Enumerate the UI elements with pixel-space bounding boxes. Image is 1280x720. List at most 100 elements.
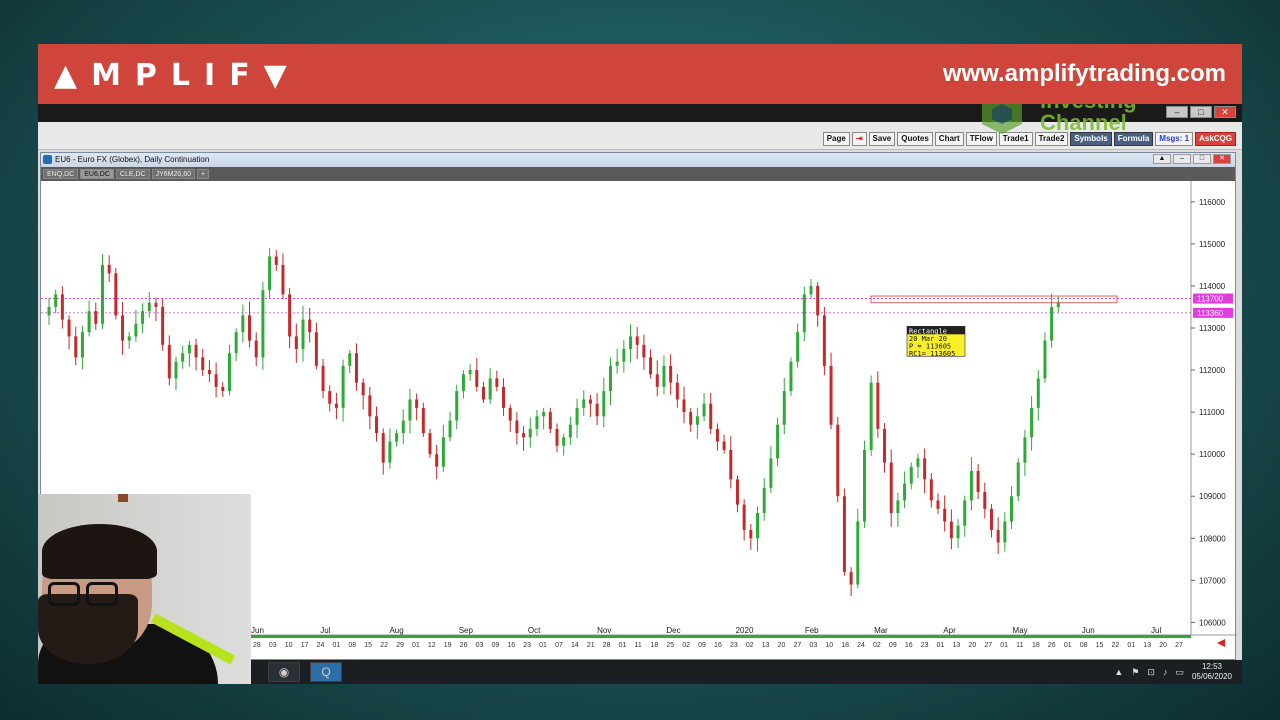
candle-body[interactable] [983,492,987,509]
candle-body[interactable] [187,344,191,354]
candle-body[interactable] [121,315,125,341]
candle-body[interactable] [301,319,305,350]
candle-body[interactable] [635,336,639,345]
candle-body[interactable] [916,458,920,467]
rectangle-drawing[interactable] [870,295,1118,304]
candle-body[interactable] [749,529,753,539]
symbol-tab[interactable]: + [197,169,210,179]
battery-icon[interactable]: ▭ [1175,667,1184,678]
flag-icon[interactable]: ⚑ [1131,667,1139,678]
candle-body[interactable] [221,386,225,392]
symbol-tab[interactable]: CLE,DC [115,169,150,179]
candle-body[interactable] [74,336,78,358]
candle-body[interactable] [141,311,145,324]
candle-body[interactable] [876,382,880,429]
candle-body[interactable] [294,336,298,350]
candle-body[interactable] [207,370,211,375]
candle-body[interactable] [361,382,365,396]
candle-body[interactable] [114,273,118,316]
candle-body[interactable] [194,344,198,358]
candle-body[interactable] [455,391,459,421]
volume-icon[interactable]: ♪ [1163,667,1168,677]
candle-body[interactable] [649,357,653,375]
candle-body[interactable] [248,315,252,341]
candle-body[interactable] [1030,407,1034,438]
candle-body[interactable] [167,344,171,379]
candle-body[interactable] [568,424,572,438]
candle-body[interactable] [381,433,385,463]
candle-body[interactable] [87,311,91,333]
candle-body[interactable] [67,319,71,337]
candle-body[interactable] [388,441,392,463]
candle-body[interactable] [341,365,345,408]
candle-body[interactable] [1043,340,1047,379]
candle-body[interactable] [889,462,893,514]
candle-body[interactable] [849,571,853,585]
candle-body[interactable] [308,319,312,333]
candle-body[interactable] [288,294,292,337]
candle-body[interactable] [435,454,439,467]
candle-body[interactable] [468,370,472,375]
candle-body[interactable] [395,433,399,442]
minimize-icon[interactable]: – [1173,154,1191,164]
candle-body[interactable] [822,315,826,366]
candle-body[interactable] [174,361,178,379]
candle-body[interactable] [401,420,405,434]
toolbar-askcqg-button[interactable]: AskCQG [1195,132,1236,146]
candle-body[interactable] [448,420,452,438]
close-icon[interactable]: ✕ [1213,154,1231,164]
candle-body[interactable] [274,256,278,265]
candle-body[interactable] [522,433,526,438]
candle-body[interactable] [575,407,579,425]
candle-body[interactable] [595,403,599,417]
candle-body[interactable] [622,349,626,362]
candle-body[interactable] [375,416,379,434]
candle-body[interactable] [963,500,967,526]
candle-body[interactable] [996,529,1000,543]
candle-body[interactable] [542,412,546,417]
candle-body[interactable] [782,391,786,425]
candle-body[interactable] [54,294,58,307]
toolbar-page-button[interactable]: Page [822,132,850,146]
candle-body[interactable] [669,365,673,383]
candle-body[interactable] [548,412,552,429]
candle-body[interactable] [502,386,506,408]
candle-body[interactable] [949,521,953,539]
candle-body[interactable] [421,407,425,434]
candle-body[interactable] [234,332,238,354]
candle-body[interactable] [923,458,927,480]
candle-body[interactable] [929,479,933,501]
candle-body[interactable] [789,361,793,392]
candle-body[interactable] [896,500,900,514]
candle-body[interactable] [328,391,332,404]
symbol-tab[interactable]: JY6M20,60 [151,169,196,179]
candle-body[interactable] [762,487,766,514]
toolbar-arrow-button[interactable]: ⇥ [851,132,867,146]
obs-icon[interactable]: ◉ [268,662,300,682]
candle-body[interactable] [796,332,800,362]
candle-body[interactable] [314,332,318,366]
candle-body[interactable] [100,264,104,324]
candle-body[interactable] [909,466,913,484]
candle-body[interactable] [629,336,633,350]
candle-body[interactable] [321,365,325,392]
candle-body[interactable] [241,315,245,333]
scroll-left-arrow-icon[interactable] [1217,639,1225,647]
candle-body[interactable] [903,483,907,501]
candle-body[interactable] [227,353,231,392]
candle-body[interactable] [1023,437,1027,463]
candle-body[interactable] [722,441,726,450]
candle-body[interactable] [154,302,158,307]
candle-body[interactable] [1016,462,1020,497]
candle-body[interactable] [1010,496,1014,522]
candle-body[interactable] [729,449,733,480]
candle-body[interactable] [334,403,338,408]
candle-body[interactable] [461,374,465,392]
candle-body[interactable] [976,470,980,493]
candle-body[interactable] [60,294,64,320]
candle-body[interactable] [936,500,940,509]
candle-body[interactable] [816,285,820,316]
candle-body[interactable] [562,437,566,446]
candle-body[interactable] [989,508,993,530]
candle-body[interactable] [281,264,285,295]
